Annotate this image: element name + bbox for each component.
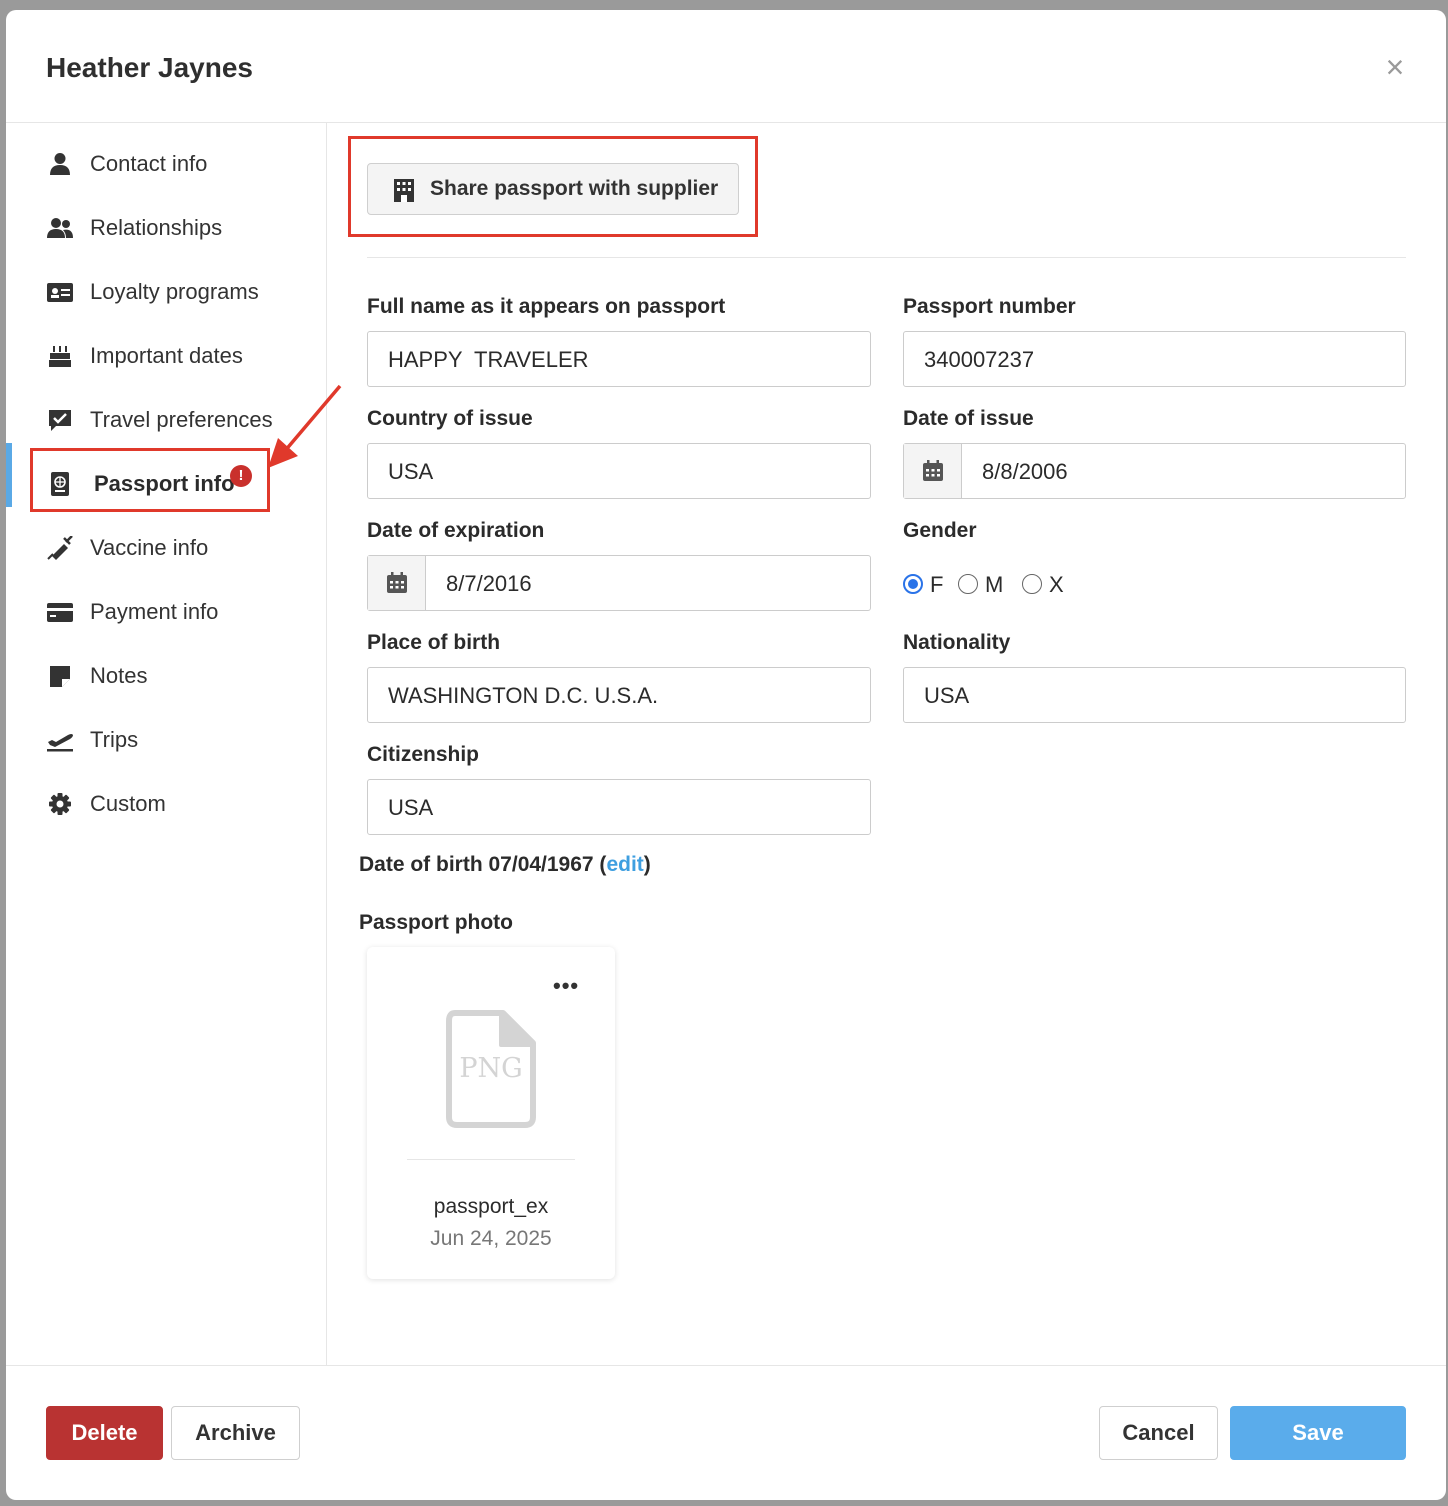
- archive-button[interactable]: Archive: [171, 1406, 300, 1460]
- sidebar-item-loyalty-programs[interactable]: Loyalty programs: [6, 265, 327, 319]
- file-type-text: PNG: [459, 1053, 522, 1084]
- nationality-value: USA: [924, 683, 970, 708]
- syringe-icon: [47, 536, 73, 560]
- divider: [367, 257, 1406, 258]
- sidebar: Contact info Relationships Loyalty progr…: [6, 123, 327, 1365]
- place-of-birth-value: WASHINGTON D.C. U.S.A.: [388, 683, 659, 708]
- date-picker-button[interactable]: [904, 444, 962, 498]
- png-file-icon: PNG: [446, 1010, 536, 1128]
- card-divider: [407, 1159, 575, 1160]
- sidebar-item-label: Notes: [90, 663, 148, 688]
- full-name-value: HAPPY TRAVELER: [388, 347, 589, 372]
- modal-title: Heather Jaynes: [46, 52, 254, 83]
- radio-dot: [958, 574, 978, 594]
- birthday-cake-icon: [49, 346, 71, 367]
- gender-label: Gender: [903, 519, 977, 542]
- modal-footer: Delete Archive Cancel Save: [6, 1365, 1446, 1500]
- sidebar-item-label: Payment info: [90, 599, 219, 624]
- citizenship-value: USA: [388, 795, 434, 820]
- credit-card-icon: [47, 603, 73, 622]
- dob-suffix: ): [643, 853, 651, 876]
- sidebar-item-label: Relationships: [90, 215, 223, 240]
- users-icon: [47, 218, 73, 238]
- date-of-expiration-value: 8/7/2016: [446, 571, 532, 596]
- more-options-icon[interactable]: •••: [553, 973, 579, 999]
- radio-dot: [1022, 574, 1042, 594]
- gear-icon: [49, 793, 71, 815]
- sidebar-item-trips[interactable]: Trips: [6, 713, 327, 767]
- date-picker-button[interactable]: [368, 556, 426, 610]
- sidebar-item-relationships[interactable]: Relationships: [6, 201, 327, 255]
- save-button[interactable]: Save: [1230, 1406, 1406, 1460]
- user-icon: [50, 153, 70, 175]
- sidebar-item-label: Trips: [90, 727, 139, 752]
- nationality-label: Nationality: [903, 631, 1011, 654]
- sidebar-item-notes[interactable]: Notes: [6, 649, 327, 703]
- annotation-arrow: [268, 384, 342, 468]
- nationality-input[interactable]: USA: [903, 667, 1406, 723]
- citizenship-label: Citizenship: [367, 743, 480, 766]
- annotation-highlight-passport-info: [30, 448, 270, 512]
- place-of-birth-label: Place of birth: [367, 631, 501, 654]
- passport-number-label: Passport number: [903, 295, 1076, 318]
- date-of-issue-value: 8/8/2006: [982, 459, 1068, 484]
- place-of-birth-input[interactable]: WASHINGTON D.C. U.S.A.: [367, 667, 871, 723]
- country-of-issue-label: Country of issue: [367, 407, 533, 430]
- file-date: Jun 24, 2025: [430, 1227, 552, 1250]
- annotation-highlight-share: [348, 136, 758, 237]
- close-icon[interactable]: ×: [1380, 51, 1410, 83]
- sidebar-item-label: Loyalty programs: [90, 279, 259, 304]
- full-name-label: Full name as it appears on passport: [367, 295, 726, 318]
- sidebar-item-label: Contact info: [90, 151, 208, 176]
- passport-photo-label: Passport photo: [359, 911, 514, 934]
- passport-photo-card[interactable]: ••• PNG passport_ex Jun 24, 2025: [367, 947, 615, 1279]
- date-of-issue-input[interactable]: 8/8/2006: [903, 443, 1406, 499]
- modal-header: Heather Jaynes ×: [6, 10, 1446, 123]
- gender-option-label: M: [985, 572, 1004, 597]
- calendar-icon: [387, 572, 407, 593]
- country-of-issue-value: USA: [388, 459, 434, 484]
- id-card-icon: [47, 283, 73, 302]
- radio-dot: [903, 574, 923, 594]
- full-name-input[interactable]: HAPPY TRAVELER: [367, 331, 871, 387]
- date-of-expiration-input[interactable]: 8/7/2016: [367, 555, 871, 611]
- sidebar-item-label: Travel preferences: [90, 407, 273, 432]
- sticky-note-icon: [50, 666, 70, 687]
- sidebar-item-important-dates[interactable]: Important dates: [6, 329, 327, 383]
- sidebar-item-label: Vaccine info: [90, 535, 209, 560]
- sidebar-item-payment-info[interactable]: Payment info: [6, 585, 327, 639]
- sidebar-item-contact-info[interactable]: Contact info: [6, 137, 327, 191]
- gender-option-label: F: [930, 572, 944, 597]
- gender-option-label: X: [1049, 572, 1064, 597]
- sidebar-item-label: Custom: [90, 791, 166, 816]
- dob-prefix: Date of birth 07/04/1967 (: [359, 853, 607, 876]
- file-name: passport_ex: [433, 1195, 549, 1218]
- edit-dob-link[interactable]: edit: [606, 853, 643, 876]
- delete-button[interactable]: Delete: [46, 1406, 163, 1460]
- plane-departure-icon: [47, 734, 73, 752]
- date-of-issue-label: Date of issue: [903, 407, 1034, 430]
- comment-check-icon: [49, 410, 71, 431]
- country-of-issue-input[interactable]: USA: [367, 443, 871, 499]
- passport-number-value: 340007237: [924, 347, 1035, 372]
- sidebar-item-label: Important dates: [90, 343, 243, 368]
- sidebar-item-vaccine-info[interactable]: Vaccine info: [6, 521, 327, 575]
- passport-number-input[interactable]: 340007237: [903, 331, 1406, 387]
- passport-content: Share passport with supplier Full name a…: [327, 123, 1446, 1365]
- sidebar-item-custom[interactable]: Custom: [6, 777, 327, 831]
- cancel-button[interactable]: Cancel: [1099, 1406, 1218, 1460]
- passport-modal: Heather Jaynes × Contact info Relationsh…: [6, 10, 1446, 1500]
- date-of-birth-text: Date of birth 07/04/1967 (edit): [359, 853, 651, 877]
- calendar-icon: [923, 460, 943, 481]
- date-of-expiration-label: Date of expiration: [367, 519, 545, 542]
- citizenship-input[interactable]: USA: [367, 779, 871, 835]
